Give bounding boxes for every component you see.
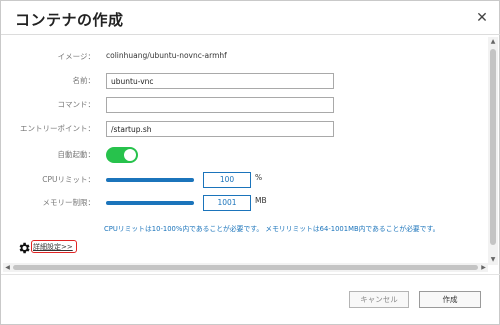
cpu-limit-row: CPUリミット： 100 % xyxy=(3,172,487,190)
scroll-left-icon[interactable]: ◀ xyxy=(3,263,12,272)
limits-info-text: CPUリミットは10-100%内であることが必要です。 メモリリミットは64-1… xyxy=(104,225,440,233)
advanced-settings-link[interactable]: 詳細設定>> xyxy=(33,242,73,252)
create-button[interactable]: 作成 xyxy=(419,291,481,308)
name-row: 名前： xyxy=(3,73,487,91)
entrypoint-row: エントリーポイント： xyxy=(3,121,487,139)
footer-divider xyxy=(1,274,500,275)
cpu-limit-unit: % xyxy=(255,173,263,182)
cancel-button[interactable]: キャンセル xyxy=(349,291,409,308)
name-field[interactable] xyxy=(106,73,334,89)
create-container-dialog: コンテナの作成 ✕ イメージ： colinhuang/ubuntu-novnc-… xyxy=(0,0,500,325)
scroll-down-icon[interactable]: ▼ xyxy=(488,255,498,265)
memory-limit-row: メモリー制限： 1001 MB xyxy=(3,195,487,213)
memory-limit-unit: MB xyxy=(255,196,267,205)
command-field[interactable] xyxy=(106,97,334,113)
entrypoint-label: エントリーポイント： xyxy=(20,124,95,133)
command-row: コマンド： xyxy=(3,97,487,115)
header-divider xyxy=(1,34,500,35)
dialog-title: コンテナの作成 xyxy=(15,11,124,29)
image-value: colinhuang/ubuntu-novnc-armhf xyxy=(106,51,227,60)
close-icon[interactable]: ✕ xyxy=(475,11,489,25)
horizontal-scroll-thumb[interactable] xyxy=(13,265,478,270)
memory-limit-slider[interactable] xyxy=(106,201,194,205)
cpu-limit-input[interactable]: 100 xyxy=(203,172,251,188)
image-row: イメージ： colinhuang/ubuntu-novnc-armhf xyxy=(3,49,487,67)
gear-icon xyxy=(19,242,30,254)
memory-limit-label: メモリー制限： xyxy=(42,198,96,207)
scroll-right-icon[interactable]: ▶ xyxy=(479,263,488,272)
image-label: イメージ： xyxy=(57,52,95,61)
autostart-label: 自動起動： xyxy=(57,150,96,159)
horizontal-scrollbar[interactable]: ◀ ▶ xyxy=(3,263,488,272)
cpu-limit-slider[interactable] xyxy=(106,178,194,182)
memory-limit-input[interactable]: 1001 xyxy=(203,195,251,211)
autostart-toggle[interactable] xyxy=(106,147,138,163)
autostart-row: 自動起動： xyxy=(3,147,487,165)
entrypoint-field[interactable] xyxy=(106,121,334,137)
toggle-knob xyxy=(124,149,136,161)
command-label: コマンド： xyxy=(57,100,96,109)
name-label: 名前： xyxy=(72,76,96,85)
cpu-limit-label: CPUリミット： xyxy=(42,175,95,184)
dialog-content: イメージ： colinhuang/ubuntu-novnc-armhf 名前： … xyxy=(3,37,487,263)
vertical-scrollbar[interactable]: ▲ ▼ xyxy=(488,37,498,265)
scroll-up-icon[interactable]: ▲ xyxy=(488,37,498,47)
vertical-scroll-thumb[interactable] xyxy=(490,49,496,245)
